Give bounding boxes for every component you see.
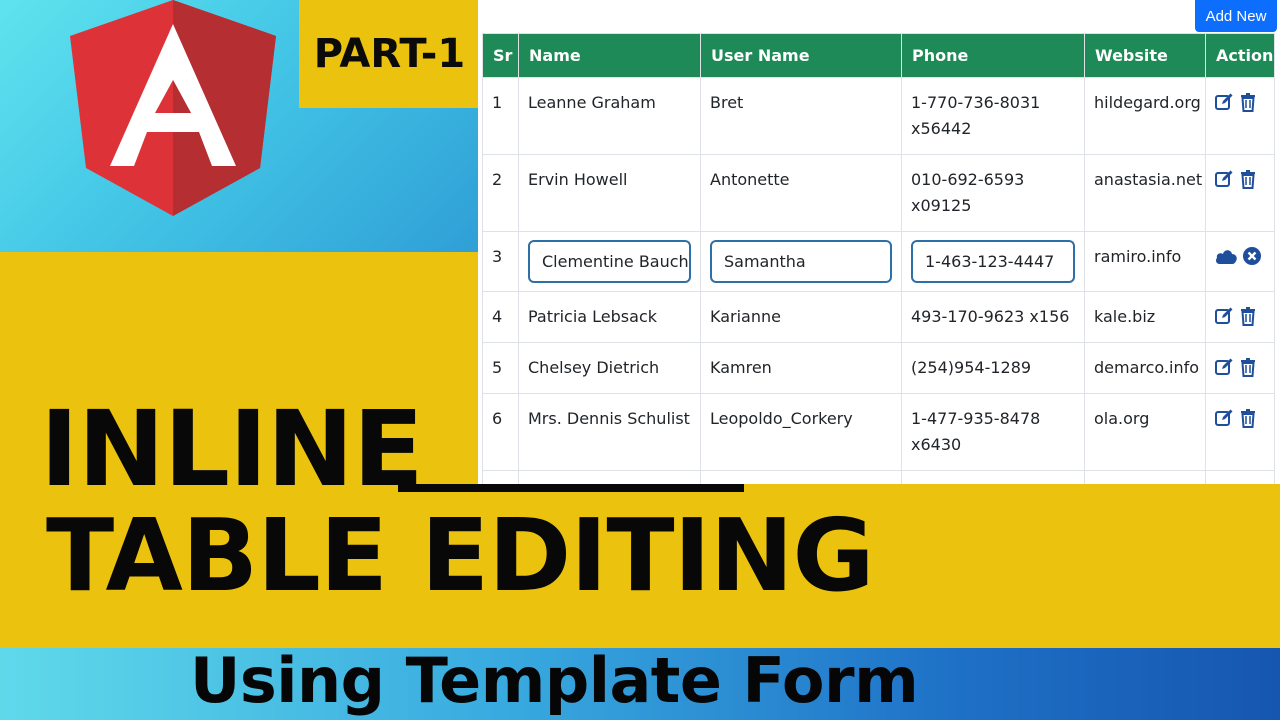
table-body: 1 Leanne Graham Bret 1-770-736-8031 x56442 h… — [482, 77, 1275, 484]
table-row: 1 Leanne Graham Bret 1-770-736-8031 x56442 h… — [482, 77, 1275, 155]
username-input[interactable]: Samantha — [710, 240, 892, 283]
name-cell: Leanne Graham — [518, 77, 701, 155]
edit-icon[interactable] — [1214, 357, 1234, 377]
action-cell — [1205, 154, 1275, 232]
table-row: 3 Clementine Bauch Samantha 1-463-123-4447 r… — [482, 231, 1275, 292]
website-cell: anastasia.net — [1084, 154, 1206, 232]
edit-icon[interactable] — [1214, 169, 1234, 189]
website-cell: ramiro.info — [1084, 231, 1206, 292]
phone-cell: 493-170-9623 x156 — [901, 291, 1085, 343]
action-cell — [1205, 231, 1275, 292]
headline-line1: INLINE — [40, 388, 424, 510]
table-row: 4 Patricia Lebsack Karianne 493-170-9623 x1… — [482, 291, 1275, 343]
action-cell — [1205, 291, 1275, 343]
header-sr: Sr — [482, 33, 519, 78]
header-username: User Name — [700, 33, 902, 78]
part-badge: PART-1 — [299, 0, 480, 108]
username-cell: Leopoldo_Corkery — [700, 393, 902, 471]
phone-input[interactable]: 1-463-123-4447 — [911, 240, 1075, 283]
header-website: Website — [1084, 33, 1206, 78]
table-header-row: Sr Name User Name Phone Website Action — [482, 33, 1275, 78]
sr-cell: 1 — [482, 77, 519, 155]
users-table: Sr Name User Name Phone Website Action 1… — [482, 33, 1275, 484]
header-name: Name — [518, 33, 701, 78]
headline-underscore — [398, 484, 744, 492]
action-cell — [1205, 393, 1275, 471]
username-cell: Bret — [700, 77, 902, 155]
edit-icon[interactable] — [1214, 92, 1234, 112]
name-input[interactable]: Clementine Bauch — [528, 240, 691, 283]
angular-logo-icon — [70, 0, 276, 216]
headline-line2: TABLE EDITING — [46, 497, 875, 614]
add-new-button[interactable]: Add New — [1195, 0, 1277, 32]
subtitle: Using Template Form — [190, 644, 919, 717]
table-panel: Add New Sr Name User Name Phone Website … — [478, 0, 1280, 484]
table-row: 6 Mrs. Dennis Schulist Leopoldo_Corkery 1-4… — [482, 393, 1275, 471]
username-cell: Elwyn.Skiles — [700, 470, 902, 484]
phone-cell: 010-692-6593 x09125 — [901, 154, 1085, 232]
cancel-icon[interactable] — [1242, 246, 1262, 266]
delete-icon[interactable] — [1238, 169, 1258, 189]
header-phone: Phone — [901, 33, 1085, 78]
name-cell: Patricia Lebsack — [518, 291, 701, 343]
name-cell: Mrs. Dennis Schulist — [518, 393, 701, 471]
sr-cell: 6 — [482, 393, 519, 471]
username-cell: Karianne — [700, 291, 902, 343]
name-cell: Ervin Howell — [518, 154, 701, 232]
website-cell: hildegard.org — [1084, 77, 1206, 155]
website-cell: demarco.info — [1084, 342, 1206, 394]
phone-cell: 1-477-935-8478 x6430 — [901, 393, 1085, 471]
sr-cell: 7 — [482, 470, 519, 484]
sr-cell: 3 — [482, 231, 519, 292]
website-cell: ola.org — [1084, 393, 1206, 471]
table-row: 2 Ervin Howell Antonette 010-692-6593 x0912… — [482, 154, 1275, 232]
delete-icon[interactable] — [1238, 357, 1258, 377]
edit-icon[interactable] — [1214, 306, 1234, 326]
action-cell — [1205, 342, 1275, 394]
name-cell: Chelsey Dietrich — [518, 342, 701, 394]
phone-cell: 1-770-736-8031 x56442 — [901, 77, 1085, 155]
action-cell — [1205, 77, 1275, 155]
username-cell: Kamren — [700, 342, 902, 394]
phone-cell: (254)954-1289 — [901, 342, 1085, 394]
sr-cell: 2 — [482, 154, 519, 232]
header-action: Action — [1205, 33, 1275, 78]
name-cell: Kurtis Weissnat — [518, 470, 701, 484]
table-row: 7Kurtis WeissnatElwyn.Skiles210.067.6132… — [482, 470, 1275, 484]
delete-icon[interactable] — [1238, 408, 1258, 428]
phone-cell: 210.067.6132 — [901, 470, 1085, 484]
table-row: 5 Chelsey Dietrich Kamren (254)954-1289 dema… — [482, 342, 1275, 394]
website-cell: elvis.io — [1084, 470, 1206, 484]
delete-icon[interactable] — [1238, 92, 1258, 112]
sr-cell: 4 — [482, 291, 519, 343]
sr-cell: 5 — [482, 342, 519, 394]
edit-icon[interactable] — [1214, 408, 1234, 428]
website-cell: kale.biz — [1084, 291, 1206, 343]
delete-icon[interactable] — [1238, 306, 1258, 326]
username-cell: Antonette — [700, 154, 902, 232]
save-cloud-icon[interactable] — [1214, 246, 1238, 266]
action-cell — [1205, 470, 1275, 484]
